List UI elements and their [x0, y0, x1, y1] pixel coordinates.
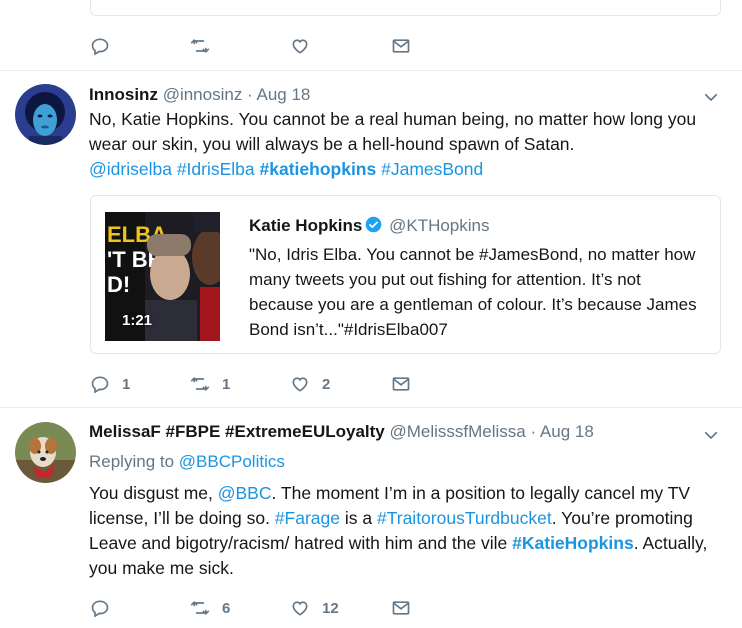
- quoted-tweet-text: "No, Idris Elba. You cannot be #JamesBon…: [249, 242, 709, 342]
- meta-separator: ·: [242, 85, 257, 104]
- text-span: . The moment I’m in a position to legall…: [271, 483, 691, 503]
- dm-icon: [392, 377, 410, 391]
- author-name[interactable]: Innosinz: [89, 85, 158, 104]
- reply-icon: [91, 600, 109, 618]
- quoted-text-line: because you are a gentleman of colour. I…: [249, 295, 697, 314]
- tweet-text: You disgust me, @BBC. The moment I’m in …: [89, 481, 719, 581]
- retweet-icon: [190, 39, 210, 53]
- tweet-hashtags: @idriselba #IdrisElba #katiehopkins #Jam…: [89, 157, 719, 182]
- retweet-count: 6: [222, 599, 231, 617]
- direct-message-button[interactable]: [391, 596, 411, 620]
- retweet-button[interactable]: 6: [190, 596, 230, 620]
- like-icon: [292, 39, 308, 54]
- tweet-text-line: wear our skin, you will always be a hell…: [89, 134, 575, 154]
- quoted-tweet-card[interactable]: ELBA 'T BE D! 1:21 Katie Hopkins @KTHopk…: [90, 195, 721, 354]
- verified-icon: [366, 216, 382, 233]
- tweet-text-line: You disgust me, @BBC. The moment I’m in …: [89, 481, 719, 506]
- like-button[interactable]: [290, 34, 310, 58]
- retweet-icon: [190, 601, 210, 615]
- retweet-button[interactable]: 1: [190, 372, 230, 396]
- dm-icon: [392, 39, 410, 53]
- quoted-tweet-header: Katie Hopkins @KTHopkins: [249, 216, 490, 236]
- like-button[interactable]: 2: [290, 372, 330, 396]
- tweet-date[interactable]: Aug 18: [540, 422, 594, 441]
- tweet-divider: [0, 70, 742, 71]
- more-options-button[interactable]: [702, 88, 720, 106]
- author-name[interactable]: MelissaF #FBPE #ExtremeEULoyalty: [89, 422, 385, 441]
- text-span: is a: [340, 508, 377, 528]
- like-icon: [292, 377, 308, 392]
- video-thumbnail[interactable]: ELBA 'T BE D! 1:21: [105, 212, 220, 341]
- tweet-text-line: you make me sick.: [89, 558, 234, 578]
- text-span: license, I’ll be doing so.: [89, 508, 275, 528]
- thumb-title-line: D!: [107, 272, 130, 297]
- text-span: . You’re promoting: [551, 508, 693, 528]
- tweet-text-line: license, I’ll be doing so. #Farage is a …: [89, 506, 719, 531]
- tweet-header: MelissaF #FBPE #ExtremeEULoyalty @Meliss…: [89, 422, 594, 442]
- like-icon: [292, 601, 308, 616]
- text-span: You disgust me,: [89, 483, 218, 503]
- quoted-text-line: Bond isn’t..."#IdrisElba007: [249, 320, 448, 339]
- tweet-header: Innosinz @innosinz · Aug 18: [89, 85, 310, 105]
- retweet-count: 1: [222, 375, 231, 393]
- reply-icon: [91, 376, 109, 394]
- text-span: Leave and bigotry/racism/ hatred with hi…: [89, 533, 513, 553]
- tweet-text: No, Katie Hopkins. You cannot be a real …: [89, 107, 719, 182]
- reply-count: 1: [122, 375, 131, 393]
- quoted-text-line: many tweets you put out fishing for atte…: [249, 270, 641, 289]
- replying-to-label: Replying to: [89, 452, 179, 471]
- mention-link[interactable]: @idriselba: [89, 159, 172, 179]
- video-duration: 1:21: [122, 312, 153, 329]
- reply-button[interactable]: [90, 596, 110, 620]
- like-button[interactable]: 12: [290, 596, 339, 620]
- direct-message-button[interactable]: [391, 34, 411, 58]
- meta-separator: ·: [525, 422, 540, 441]
- like-count: 2: [322, 375, 331, 393]
- chevron-down-icon: [704, 93, 718, 101]
- quoted-text-line: "No, Idris Elba. You cannot be #JamesBon…: [249, 245, 696, 264]
- replying-to: Replying to @BBCPolitics: [89, 452, 285, 472]
- like-count: 12: [322, 599, 339, 617]
- tweet-divider: [0, 407, 742, 408]
- hashtag-link[interactable]: #Farage: [275, 508, 340, 528]
- avatar[interactable]: [15, 422, 76, 483]
- quoted-author-handle[interactable]: @KTHopkins: [389, 216, 489, 235]
- dm-icon: [392, 601, 410, 615]
- author-handle[interactable]: @MelisssfMelissa: [389, 422, 525, 441]
- reply-icon: [91, 38, 109, 56]
- retweet-button[interactable]: [190, 34, 210, 58]
- hashtag-link[interactable]: #TraitorousTurdbucket: [377, 508, 552, 528]
- author-handle[interactable]: @innosinz: [163, 85, 243, 104]
- hashtag-link[interactable]: #katiehopkins: [260, 159, 377, 179]
- hashtag-link[interactable]: #IdrisElba: [177, 159, 255, 179]
- text-span: . Actually,: [633, 533, 708, 553]
- tweet-text-line: Leave and bigotry/racism/ hatred with hi…: [89, 531, 719, 556]
- replying-to-handle[interactable]: @BBCPolitics: [179, 452, 285, 471]
- retweet-icon: [190, 377, 210, 391]
- reply-button[interactable]: [90, 34, 110, 58]
- tweet-text-line: No, Katie Hopkins. You cannot be a real …: [89, 109, 697, 129]
- hashtag-link[interactable]: #JamesBond: [381, 159, 483, 179]
- chevron-down-icon: [704, 431, 718, 439]
- mention-link[interactable]: @BBC: [218, 483, 272, 503]
- more-options-button[interactable]: [702, 426, 720, 444]
- avatar[interactable]: [15, 84, 76, 145]
- previous-tweet-card-edge: [90, 0, 721, 16]
- tweet-date[interactable]: Aug 18: [257, 85, 311, 104]
- hashtag-link[interactable]: #KatieHopkins: [512, 533, 634, 553]
- direct-message-button[interactable]: [391, 372, 411, 396]
- quoted-author-name[interactable]: Katie Hopkins: [249, 216, 362, 235]
- reply-button[interactable]: 1: [90, 372, 130, 396]
